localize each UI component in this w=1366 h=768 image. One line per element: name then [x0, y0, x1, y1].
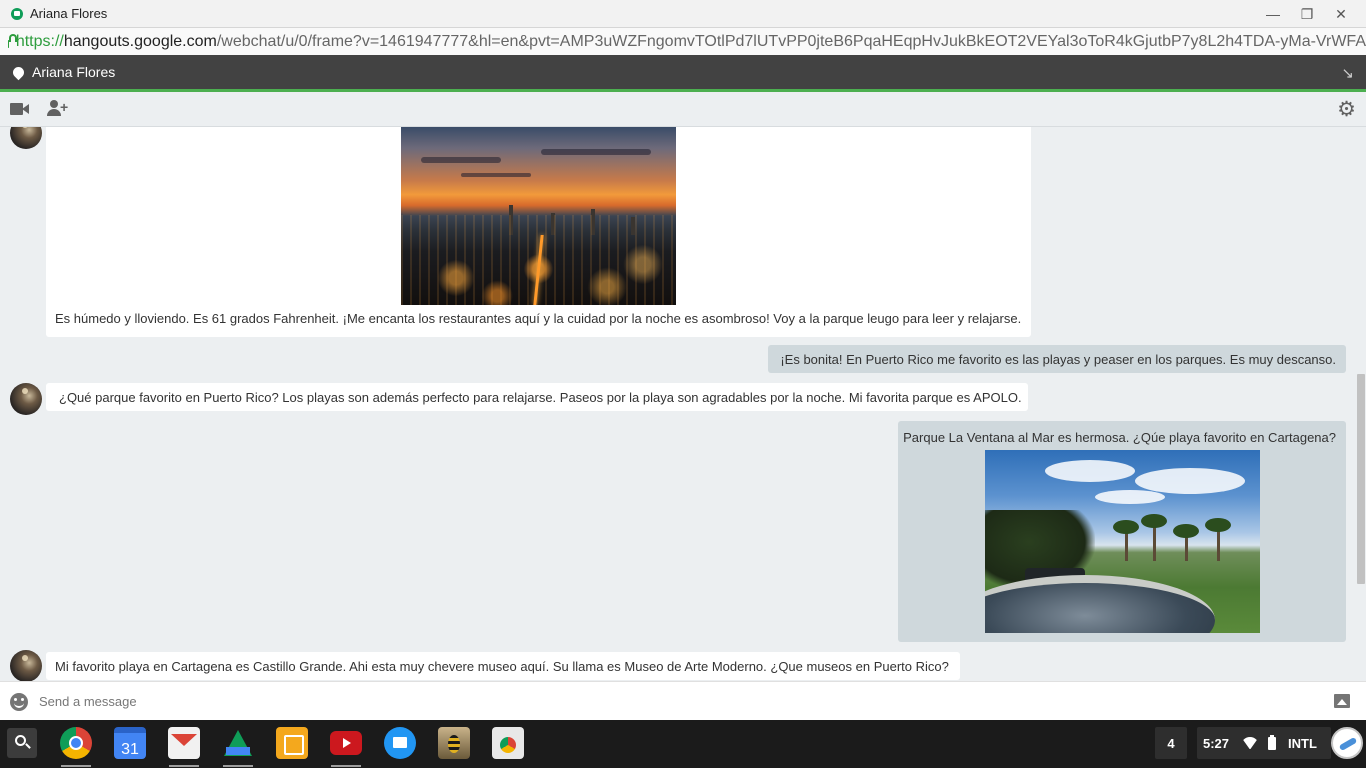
conversation-toolbar: + ⚙	[0, 92, 1366, 127]
message-text: Parque La Ventana al Mar es hermosa. ¿Qú…	[903, 430, 1336, 445]
message-bubble: ¿Qué parque favorito en Puerto Rico? Los…	[46, 383, 1028, 411]
message-text: Mi favorito playa en Cartagena es Castil…	[55, 659, 949, 674]
settings-gear-icon[interactable]: ⚙	[1337, 99, 1356, 120]
window-title: Ariana Flores	[30, 6, 108, 21]
webstore-icon[interactable]	[492, 727, 524, 759]
chat-scrollbar[interactable]	[1356, 127, 1366, 681]
hangouts-app-icon	[11, 7, 23, 20]
url-host: hangouts.google.com	[63, 32, 217, 50]
composer	[0, 681, 1366, 720]
slides-icon[interactable]	[276, 727, 308, 759]
close-button[interactable]: ✕	[1324, 6, 1358, 23]
url-scheme: https://	[15, 32, 64, 50]
url-text[interactable]: https://hangouts.google.com/webchat/u/0/…	[16, 33, 1366, 51]
message-bubble-mine: Parque La Ventana al Mar es hermosa. ¿Qú…	[898, 421, 1346, 642]
sunset-city-photo[interactable]	[401, 127, 676, 305]
clock-time: 5:27	[1203, 735, 1230, 751]
message-text: ¿Qué parque favorito en Puerto Rico? Los…	[59, 390, 1022, 405]
message-text: Es húmedo y lloviendo. Es 61 grados Fahr…	[55, 311, 1022, 326]
lock-icon[interactable]	[8, 33, 16, 48]
restore-button[interactable]: ❐	[1290, 6, 1324, 23]
emoji-icon[interactable]	[10, 693, 28, 711]
gmail-icon[interactable]	[168, 727, 200, 759]
status-tray[interactable]: 5:27 INTL	[1197, 727, 1331, 759]
running-indicator	[61, 765, 91, 767]
chat-scrollbar-thumb[interactable]	[1357, 374, 1365, 584]
running-indicator	[331, 765, 361, 767]
youtube-icon[interactable]	[330, 731, 362, 755]
url-path: /webchat/u/0/frame?v=1461947777&hl=en&pv…	[216, 32, 1366, 50]
message-input[interactable]	[39, 690, 1319, 712]
files-icon[interactable]	[384, 727, 416, 759]
notification-count[interactable]: 4	[1155, 727, 1187, 759]
video-call-icon[interactable]	[10, 103, 30, 115]
window-controls: — ❐ ✕	[1256, 0, 1358, 28]
message-bubble-mine: ¡Es bonita! En Puerto Rico me favorito e…	[768, 345, 1346, 373]
contact-avatar[interactable]	[10, 383, 42, 415]
drive-icon[interactable]	[222, 727, 254, 759]
bee-app-icon[interactable]	[438, 727, 470, 759]
attach-image-icon[interactable]	[1334, 694, 1350, 708]
minimize-button[interactable]: —	[1256, 6, 1290, 22]
add-person-icon[interactable]: +	[47, 100, 69, 118]
app-launcher-button[interactable]	[7, 728, 37, 758]
popout-icon[interactable]: ↘	[1341, 64, 1354, 82]
running-indicator	[223, 765, 253, 767]
user-avatar[interactable]	[1331, 727, 1363, 759]
contact-avatar[interactable]	[10, 127, 42, 149]
chrome-icon[interactable]	[60, 727, 92, 759]
message-list[interactable]: Es húmedo y lloviendo. Es 61 grados Fahr…	[0, 127, 1366, 681]
wifi-icon	[1241, 737, 1259, 749]
message-bubble: Es húmedo y lloviendo. Es 61 grados Fahr…	[46, 127, 1031, 337]
contact-name: Ariana Flores	[32, 64, 116, 80]
running-indicator	[169, 765, 199, 767]
window-titlebar: Ariana Flores — ❐ ✕	[0, 0, 1366, 28]
message-bubble: Mi favorito playa en Cartagena es Castil…	[46, 652, 960, 680]
park-pool-photo[interactable]	[985, 450, 1260, 633]
message-text: ¡Es bonita! En Puerto Rico me favorito e…	[780, 352, 1336, 367]
calendar-icon[interactable]: 31	[114, 727, 146, 759]
contact-avatar[interactable]	[10, 650, 42, 681]
location-pin-icon	[10, 64, 27, 80]
conversation-header: Ariana Flores ↘	[0, 55, 1366, 92]
keyboard-layout: INTL	[1288, 735, 1317, 751]
address-bar[interactable]: https://hangouts.google.com/webchat/u/0/…	[0, 28, 1366, 55]
battery-icon	[1268, 734, 1277, 750]
